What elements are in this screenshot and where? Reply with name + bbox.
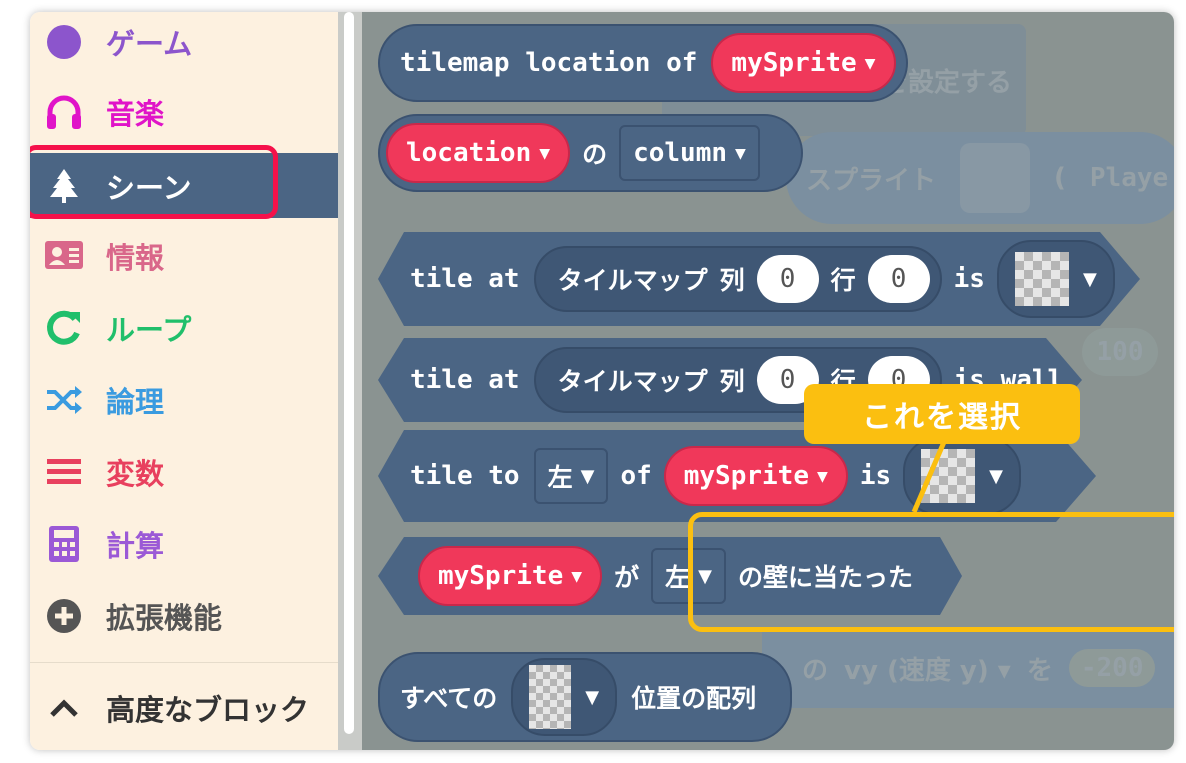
list-icon <box>44 457 84 487</box>
refresh-icon <box>44 309 84 347</box>
toolbox-scrollbar[interactable] <box>338 12 362 750</box>
category-game[interactable]: ゲーム <box>30 12 338 72</box>
divider <box>30 662 338 663</box>
makecode-editor: ゲーム 音楽 シーン 情報 ループ 論理 変数 計算 拡張機能 高度なブロック … <box>30 12 1174 750</box>
category-loops[interactable]: ループ <box>30 298 338 358</box>
category-info[interactable]: 情報 <box>30 226 338 286</box>
id-card-icon <box>44 241 84 271</box>
callout-pointer <box>911 441 947 513</box>
shuffle-icon <box>44 385 84 415</box>
category-math[interactable]: 計算 <box>30 514 338 574</box>
toolbox: ゲーム 音楽 シーン 情報 ループ 論理 変数 計算 拡張機能 高度なブロック <box>30 12 338 750</box>
circle-icon <box>44 24 84 60</box>
category-advanced[interactable]: 高度なブロック <box>30 678 338 738</box>
selection-highlight <box>30 145 278 219</box>
category-variables[interactable]: 変数 <box>30 442 338 502</box>
category-logic[interactable]: 論理 <box>30 370 338 430</box>
chevron-up-icon <box>44 698 84 718</box>
workspace[interactable]: を設定する スプライト(Playe 100 の vy (速度 y) ▾ を -200 … <box>362 12 1174 750</box>
callout-label: これを選択 <box>804 384 1080 444</box>
scrollbar-thumb[interactable] <box>344 12 354 734</box>
plus-circle-icon <box>44 598 84 634</box>
category-extensions[interactable]: 拡張機能 <box>30 586 338 646</box>
headphones-icon <box>44 94 84 130</box>
calculator-icon <box>44 526 84 562</box>
category-music[interactable]: 音楽 <box>30 82 338 142</box>
